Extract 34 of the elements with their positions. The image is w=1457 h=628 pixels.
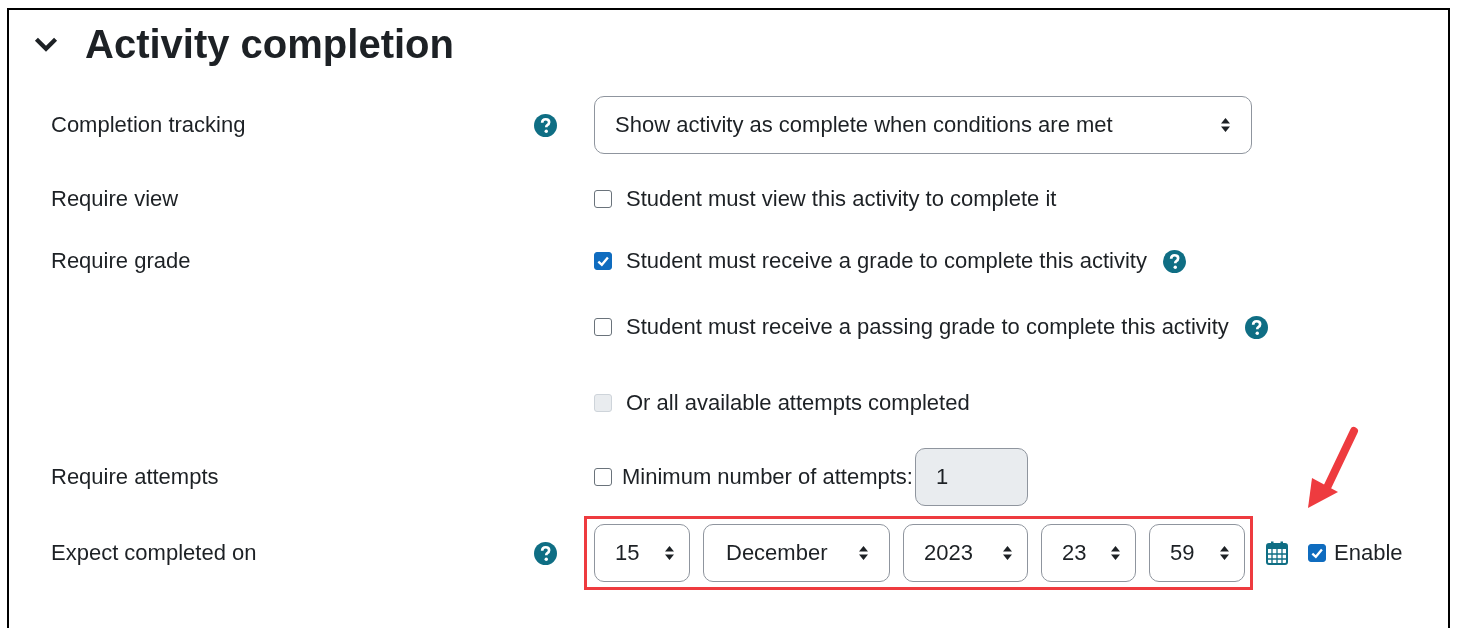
help-icon[interactable] xyxy=(1244,315,1268,339)
date-select[interactable]: 15 xyxy=(594,524,690,582)
date-select[interactable]: December xyxy=(703,524,890,582)
checkbox[interactable] xyxy=(1308,544,1326,562)
checkbox-label: Or all available attempts completed xyxy=(626,390,970,416)
checkbox[interactable] xyxy=(594,190,612,208)
field-label: Require grade xyxy=(51,248,191,273)
sort-caret-icon xyxy=(1110,545,1121,561)
sort-caret-icon xyxy=(664,545,675,561)
help-icon[interactable] xyxy=(534,541,557,565)
date-select[interactable]: 59 xyxy=(1149,524,1245,582)
sort-caret-icon xyxy=(858,545,869,561)
date-select[interactable]: 23 xyxy=(1041,524,1136,582)
help-icon[interactable] xyxy=(1162,249,1186,273)
field-label: Require attempts xyxy=(51,464,219,489)
checkbox-label: Student must receive a passing grade to complete this activity xyxy=(626,314,1229,340)
checkbox-label: Enable xyxy=(1334,540,1403,566)
field-label: Completion tracking xyxy=(51,112,246,137)
sort-caret-icon xyxy=(1002,545,1013,561)
checkbox-label: Minimum number of attempts: xyxy=(622,464,913,490)
checkbox[interactable] xyxy=(594,252,612,270)
section-title: Activity completion xyxy=(85,21,454,67)
calendar-icon[interactable] xyxy=(1266,541,1288,565)
collapse-chevron-icon[interactable] xyxy=(33,35,59,53)
field-label: Expect completed on xyxy=(51,540,257,565)
date-select[interactable]: 2023 xyxy=(903,524,1028,582)
help-icon[interactable] xyxy=(534,113,557,137)
sort-caret-icon xyxy=(1219,545,1230,561)
checkbox-label: Student must view this activity to complete it xyxy=(626,186,1057,212)
tracking-select[interactable]: Show activity as complete when conditions are met xyxy=(594,96,1252,154)
sort-caret-icon xyxy=(1220,117,1231,133)
field-label: Require view xyxy=(51,186,179,211)
checkbox[interactable] xyxy=(594,318,612,336)
checkbox-label: Student must receive a grade to complete this activity xyxy=(626,248,1147,274)
